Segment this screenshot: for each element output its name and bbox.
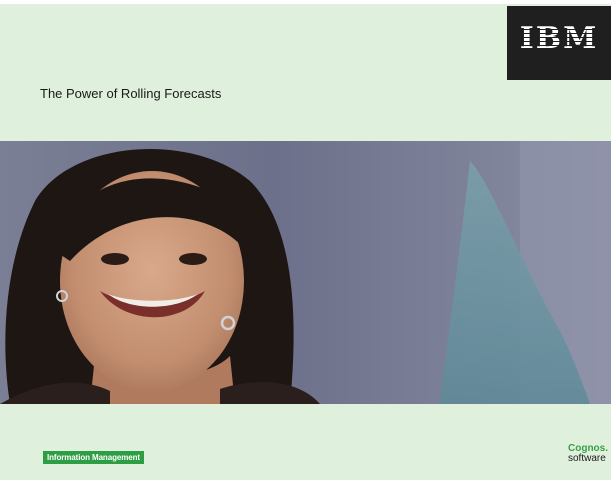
ibm-logo-box: IBM (507, 6, 611, 80)
document-title: The Power of Rolling Forecasts (40, 86, 222, 101)
cover-page: IBM The Power of Rolling Forecasts Infor… (0, 0, 611, 480)
cover-photo (0, 141, 611, 404)
top-rule (0, 0, 611, 4)
cognos-sub-text: software (568, 453, 606, 464)
cognos-software-logo: Cognos. software (568, 444, 608, 464)
information-management-badge: Information Management (43, 451, 144, 464)
ibm-logo: IBM (507, 22, 611, 56)
